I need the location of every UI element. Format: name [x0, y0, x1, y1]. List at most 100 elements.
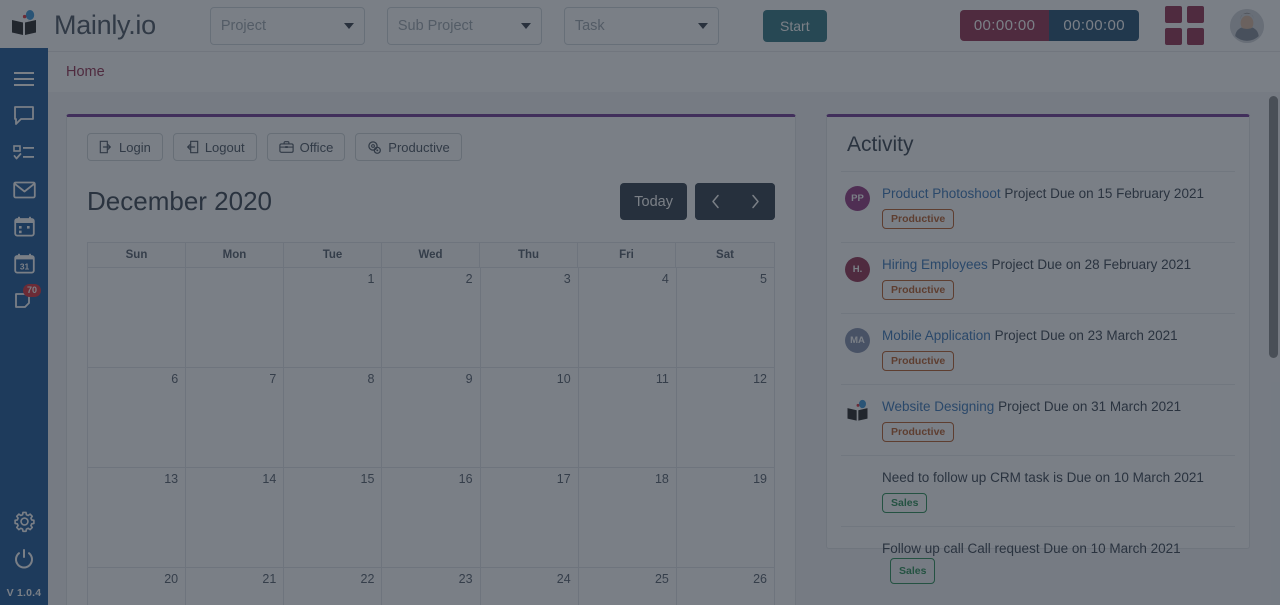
task-select[interactable]: Task [563, 6, 719, 45]
calendar-header: December 2020 Today [87, 183, 775, 220]
sidebar-item-events[interactable]: 31 [0, 245, 48, 282]
calendar-day-cell[interactable]: 6 [88, 368, 187, 467]
calendar-day-cell[interactable] [186, 268, 285, 367]
activity-item-link[interactable]: Product Photoshoot [882, 186, 1001, 201]
calendar-day-cell[interactable]: 24 [481, 568, 579, 605]
calendar-day-cell[interactable]: 13 [88, 468, 187, 567]
calendar-day-cell[interactable]: 15 [284, 468, 383, 567]
activity-item-body: Mobile Application Project Due on 23 Mar… [882, 327, 1231, 371]
activity-item-badge: Productive [882, 351, 955, 371]
calendar-day-cell[interactable]: 9 [382, 368, 481, 467]
sidebar-item-tasks[interactable] [0, 134, 48, 171]
activity-item-text: Need to follow up CRM task is Due on 10 … [882, 470, 1204, 485]
sidebar-item-menu-toggle[interactable] [0, 60, 48, 97]
chevron-right-icon [751, 194, 759, 209]
calendar-next-button[interactable] [735, 183, 775, 220]
office-button-label: Office [299, 139, 334, 155]
logout-button-label: Logout [204, 139, 245, 155]
calendar-title: December 2020 [87, 186, 272, 216]
activity-item-body: Hiring Employees Project Due on 28 Febru… [882, 256, 1231, 300]
status-button-group: Login Logout Office Productive [87, 133, 775, 161]
activity-item-link[interactable]: Hiring Employees [882, 257, 988, 272]
user-avatar[interactable] [1230, 8, 1264, 43]
grid-square [1187, 28, 1204, 45]
sidebar-item-notes[interactable]: 70 [0, 282, 48, 319]
calendar-day-cell[interactable]: 7 [186, 368, 285, 467]
activity-item-body: Website Designing Project Due on 31 Marc… [882, 398, 1231, 442]
sidebar-item-calendar[interactable] [0, 208, 48, 245]
breadcrumb-item-home[interactable]: Home [66, 64, 105, 80]
start-button[interactable]: Start [762, 9, 827, 42]
sidebar-top-icons: 31 70 [0, 48, 48, 319]
activity-item-link[interactable]: Website Designing [882, 399, 994, 414]
chevron-down-icon [343, 22, 354, 29]
sign-in-icon [99, 140, 111, 154]
book-logo-icon [847, 399, 868, 421]
calendar-day-cell[interactable]: 5 [677, 268, 775, 367]
project-select[interactable]: Project [209, 6, 365, 45]
sidebar-item-chat[interactable] [0, 97, 48, 134]
calendar-day-cell[interactable] [88, 268, 187, 367]
today-button[interactable]: Today [620, 183, 687, 220]
calendar-prev-button[interactable] [695, 183, 735, 220]
activity-avatar: PP [845, 186, 870, 211]
sub-project-select-label: Sub Project [397, 17, 473, 34]
calendar-day-header: Thu [480, 243, 578, 267]
breadcrumb: Home [48, 52, 1280, 92]
calendar-day-cell[interactable]: 12 [677, 368, 775, 467]
activity-item-link[interactable]: Mobile Application [882, 328, 991, 343]
activity-badge-wrap: Productive [882, 203, 1231, 229]
sidebar-version: V 1.0.4 [6, 587, 42, 599]
calendar-day-cell[interactable]: 2 [382, 268, 481, 367]
activity-item-badge: Productive [882, 209, 955, 229]
activity-avatar-logo [845, 399, 870, 424]
calendar-day-cell[interactable]: 26 [677, 568, 775, 605]
calendar-grid: Sun Mon Tue Wed Thu Fri Sat 1 2 3 4 5 6 7 8 9 10 11 12 13 1… [87, 242, 775, 605]
sidebar-item-mail[interactable] [0, 171, 48, 208]
calendar-day-cell[interactable]: 23 [382, 568, 481, 605]
activity-item-body: Product Photoshoot Project Due on 15 Feb… [882, 185, 1231, 229]
sub-project-select[interactable]: Sub Project [386, 6, 542, 45]
sidebar-bottom-icons: V 1.0.4 [0, 503, 48, 605]
calendar-day-cell[interactable]: 22 [284, 568, 383, 605]
calendar-day-cell[interactable]: 1 [284, 268, 383, 367]
calendar-day-cell[interactable]: 16 [382, 468, 481, 567]
calendar-day-cell[interactable]: 20 [88, 568, 187, 605]
brand-name: Mainly.io [54, 10, 156, 40]
login-button[interactable]: Login [87, 133, 163, 161]
page-scrollbar[interactable] [1269, 96, 1278, 605]
calendar-day-cell[interactable]: 3 [481, 268, 579, 367]
calendar-day-cell[interactable]: 25 [579, 568, 677, 605]
chevron-left-icon [711, 194, 719, 209]
sidebar-item-settings[interactable] [0, 503, 48, 540]
logout-button[interactable]: Logout [172, 133, 257, 161]
productive-button[interactable]: Productive [355, 133, 462, 161]
calendar-day-cell[interactable]: 10 [481, 368, 579, 467]
avatar-photo [1230, 8, 1264, 43]
calendar-day-cell[interactable]: 17 [481, 468, 579, 567]
briefcase-icon [278, 141, 294, 153]
calendar-day-cell[interactable]: 11 [579, 368, 677, 467]
calendar-day-cell[interactable]: 19 [677, 468, 775, 567]
calendar-31-icon: 31 [13, 253, 35, 274]
sidebar-item-logout[interactable] [0, 540, 48, 577]
calendar-day-cell[interactable]: 18 [579, 468, 677, 567]
calendar-day-cell[interactable]: 4 [579, 268, 677, 367]
topbar: Mainly.io Project Sub Project Task Start… [48, 0, 1280, 52]
calendar-day-header: Wed [382, 243, 480, 267]
page-scrollbar-thumb[interactable] [1269, 96, 1278, 358]
checklist-icon [13, 144, 34, 159]
calendar-day-cell[interactable]: 8 [284, 368, 383, 467]
activity-badge-wrap: Productive [882, 274, 1231, 300]
topbar-selectors: Project Sub Project Task Start [209, 6, 827, 45]
timer-group: 00:00:00 00:00:00 [959, 10, 1139, 41]
activity-item-text: Product Photoshoot Project Due on 15 Feb… [882, 186, 1204, 201]
topbar-right: 00:00:00 00:00:00 [959, 6, 1280, 45]
calendar-day-cell[interactable]: 21 [186, 568, 285, 605]
activity-item-text: Follow up call Call request Due on 10 Ma… [882, 540, 1231, 584]
grid-apps-icon[interactable] [1165, 6, 1204, 45]
office-button[interactable]: Office [266, 133, 346, 161]
app-logo[interactable] [0, 0, 48, 48]
chevron-down-icon [520, 22, 531, 29]
calendar-day-cell[interactable]: 14 [186, 468, 285, 567]
